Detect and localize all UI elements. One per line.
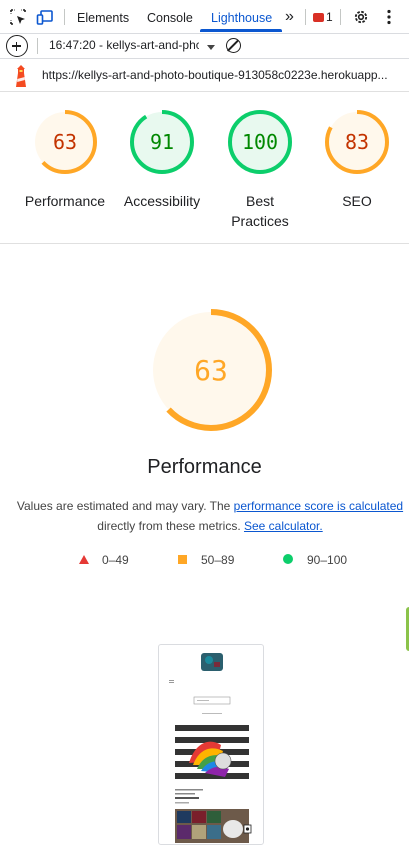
- gauge-best-practices[interactable]: 100 Best Practices: [210, 109, 310, 231]
- gauge-ring: 83: [325, 110, 389, 174]
- fail-triangle-icon: [79, 555, 89, 564]
- gauge-label: Best Practices: [231, 193, 289, 229]
- desc-text: directly from these metrics.: [97, 519, 244, 533]
- report-url-bar: https://kellys-art-and-photo-boutique-91…: [0, 59, 409, 92]
- issues-count: 1: [326, 10, 333, 24]
- gauge-seo[interactable]: 83 SEO: [307, 109, 407, 211]
- tab-console[interactable]: Console: [147, 0, 193, 33]
- tab-elements[interactable]: Elements: [77, 0, 129, 33]
- gauge-label: SEO: [342, 193, 372, 209]
- report-select[interactable]: 16:47:20 - kellys-art-and-phc: [49, 38, 199, 52]
- category-gauges: 63 Performance 91 Accessibility 100 Best…: [0, 92, 409, 244]
- devtools-tab-bar: Elements Console Lighthouse » 1: [0, 0, 409, 34]
- see-calculator-link[interactable]: See calculator.: [244, 519, 323, 533]
- gauge-label: Performance: [24, 193, 106, 209]
- legend-pass: 90–100: [307, 553, 348, 567]
- score-calculation-link[interactable]: performance score is calculated: [234, 499, 403, 513]
- device-toolbar-icon[interactable]: [36, 8, 54, 26]
- legend-fail: 0–49: [102, 553, 129, 567]
- gauge-label: Accessibility: [123, 193, 201, 209]
- lighthouse-toolbar: 16:47:20 - kellys-art-and-phc: [0, 34, 409, 59]
- gauge-ring: 63: [33, 110, 97, 174]
- settings-gear-icon[interactable]: [352, 8, 370, 26]
- performance-title: Performance: [147, 456, 262, 478]
- legend-average: 50–89: [201, 553, 235, 567]
- average-square-icon: [178, 555, 187, 564]
- gauge-performance[interactable]: 63 Performance: [15, 109, 115, 211]
- performance-description: Values are estimated and may vary. The p…: [10, 496, 409, 536]
- performance-score-gauge: 63: [150, 309, 272, 431]
- new-report-icon[interactable]: [6, 35, 28, 57]
- issues-badge[interactable]: 1: [313, 10, 333, 24]
- gauge-score: 100: [242, 130, 278, 154]
- tab-divider: [340, 9, 341, 25]
- tab-divider: [64, 9, 65, 25]
- more-tabs-button[interactable]: »: [285, 0, 294, 33]
- gauge-score: 83: [345, 130, 369, 154]
- performance-score: 63: [194, 354, 228, 387]
- tab-divider: [305, 9, 306, 25]
- more-options-icon[interactable]: [380, 8, 398, 26]
- page-preview-image: [169, 653, 252, 843]
- gauge-accessibility[interactable]: 91 Accessibility: [112, 109, 212, 211]
- clear-reports-icon[interactable]: [226, 38, 241, 53]
- gauge-score: 91: [150, 130, 174, 154]
- toolbar-divider: [37, 38, 38, 54]
- final-screenshot-thumbnail[interactable]: [158, 644, 264, 845]
- chevron-down-icon[interactable]: [207, 45, 215, 50]
- issues-icon: [313, 13, 324, 22]
- lighthouse-logo-icon: [16, 65, 26, 87]
- gauge-score: 63: [53, 130, 77, 154]
- inspect-element-icon[interactable]: [9, 8, 27, 26]
- gauge-ring: 91: [130, 110, 194, 174]
- active-tab-indicator: [200, 29, 282, 32]
- report-url: https://kellys-art-and-photo-boutique-91…: [42, 68, 388, 82]
- gauge-ring: 100: [228, 110, 292, 174]
- desc-text: Values are estimated and may vary. The: [16, 499, 234, 513]
- pass-circle-icon: [283, 554, 293, 564]
